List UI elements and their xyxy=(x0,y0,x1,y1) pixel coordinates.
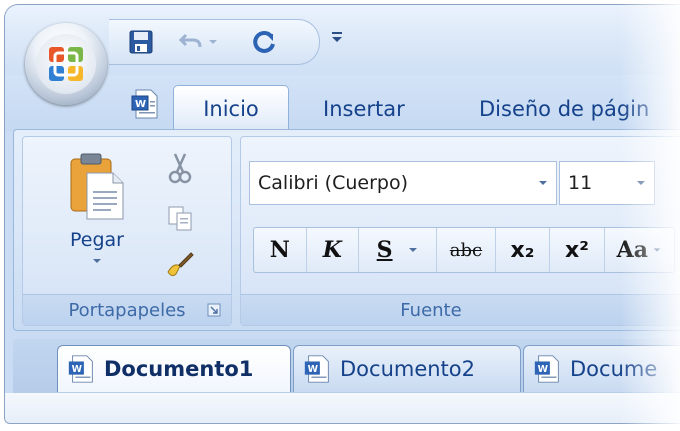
office-button-face xyxy=(36,34,96,94)
chevron-down-icon xyxy=(93,259,101,263)
tab-insertar[interactable]: Insertar xyxy=(323,87,405,131)
quick-access-toolbar xyxy=(109,19,320,65)
undo-icon xyxy=(178,33,202,48)
strikethrough-button[interactable]: abc xyxy=(437,228,496,272)
office-logo-icon xyxy=(49,47,83,81)
chevron-down-icon[interactable] xyxy=(407,246,419,254)
document-tab-label: Documento1 xyxy=(104,357,254,381)
tab-diseno-pagina[interactable]: Diseño de págin xyxy=(479,87,649,131)
document-tab-label: Documento2 xyxy=(340,357,476,381)
word-document-icon: W xyxy=(131,89,158,119)
dialog-launcher-icon[interactable] xyxy=(207,303,221,317)
subscript-button[interactable]: x₂ xyxy=(496,228,551,272)
change-case-glyph: Aa xyxy=(616,237,648,263)
subscript-glyph: x₂ xyxy=(510,237,535,263)
customize-icon xyxy=(332,32,342,42)
document-tab-3[interactable]: W Docume xyxy=(523,345,680,392)
ribbon: Pegar Portapapeles Calibri (Cuerpo) 11 N… xyxy=(13,129,680,331)
font-group: Calibri (Cuerpo) 11 N K S abc x₂ x² Aa F… xyxy=(240,136,680,326)
strikethrough-glyph: abc xyxy=(449,239,483,261)
superscript-button[interactable]: x² xyxy=(550,228,605,272)
chevron-down-icon xyxy=(539,181,547,185)
customize-qat-button[interactable] xyxy=(329,29,345,49)
paste-icon xyxy=(70,153,124,220)
document-tab-1[interactable]: W Documento1 xyxy=(57,345,291,392)
font-size-combobox[interactable]: 11 xyxy=(559,161,655,205)
tab-label: Insertar xyxy=(323,97,405,121)
format-painter-button[interactable] xyxy=(163,247,197,281)
undo-button[interactable] xyxy=(175,28,207,56)
font-size-value: 11 xyxy=(568,172,593,194)
cut-icon xyxy=(168,153,192,184)
bold-button[interactable]: N xyxy=(254,228,307,272)
italic-button[interactable]: K xyxy=(307,228,359,272)
font-name-combobox[interactable]: Calibri (Cuerpo) xyxy=(249,161,557,205)
svg-text:W: W xyxy=(135,99,146,110)
save-button[interactable] xyxy=(125,28,157,56)
office-button[interactable] xyxy=(25,23,107,105)
tab-label: Diseño de págin xyxy=(479,97,650,121)
font-size-dropdown[interactable] xyxy=(628,179,654,187)
superscript-glyph: x² xyxy=(565,237,589,263)
font-name-dropdown[interactable] xyxy=(530,179,556,187)
copy-icon xyxy=(168,206,192,231)
svg-text:W: W xyxy=(538,364,549,375)
chevron-down-icon[interactable] xyxy=(652,246,662,254)
dropdown-icon xyxy=(209,40,217,44)
copy-button[interactable] xyxy=(163,201,197,235)
save-icon xyxy=(129,30,153,54)
svg-text:W: W xyxy=(72,364,83,375)
group-label-text: Fuente xyxy=(400,299,462,321)
ribbon-tab-row: Inicio Insertar Diseño de págin xyxy=(5,75,680,132)
bold-glyph: N xyxy=(269,237,290,263)
format-painter-icon xyxy=(167,252,194,277)
document-tab-2[interactable]: W Documento2 xyxy=(293,345,521,392)
word-document-icon: W xyxy=(68,355,93,383)
tab-inicio[interactable]: Inicio xyxy=(173,85,289,132)
underline-glyph: S xyxy=(376,237,393,263)
redo-button[interactable] xyxy=(249,28,281,56)
word-document-icon: W xyxy=(304,355,329,383)
redo-icon xyxy=(253,30,275,53)
clipboard-group-label: Portapapeles xyxy=(23,294,231,325)
italic-glyph: K xyxy=(322,237,342,263)
word-document-icon: W xyxy=(534,355,559,383)
font-format-toolbar: N K S abc x₂ x² Aa xyxy=(253,227,675,273)
paste-label: Pegar xyxy=(70,229,124,251)
font-group-label: Fuente xyxy=(241,294,680,325)
underline-button[interactable]: S xyxy=(359,228,438,272)
undo-dropdown[interactable] xyxy=(205,28,221,56)
document-area-edge xyxy=(5,393,680,423)
clipboard-group: Pegar Portapapeles xyxy=(22,136,232,326)
group-label-text: Portapapeles xyxy=(68,299,186,321)
font-name-value: Calibri (Cuerpo) xyxy=(258,172,408,194)
document-tab-bar: W Documento1 W Documento2 W Docume xyxy=(13,339,680,393)
document-tab-label: Docume xyxy=(570,357,658,381)
paste-button[interactable]: Pegar xyxy=(61,151,133,281)
cut-button[interactable] xyxy=(163,151,197,185)
word-window: Inicio Insertar Diseño de págin W Pegar … xyxy=(4,4,680,424)
change-case-button[interactable]: Aa xyxy=(605,228,674,272)
tab-label: Inicio xyxy=(203,97,259,121)
svg-text:W: W xyxy=(308,364,319,375)
chevron-down-icon xyxy=(637,181,645,185)
